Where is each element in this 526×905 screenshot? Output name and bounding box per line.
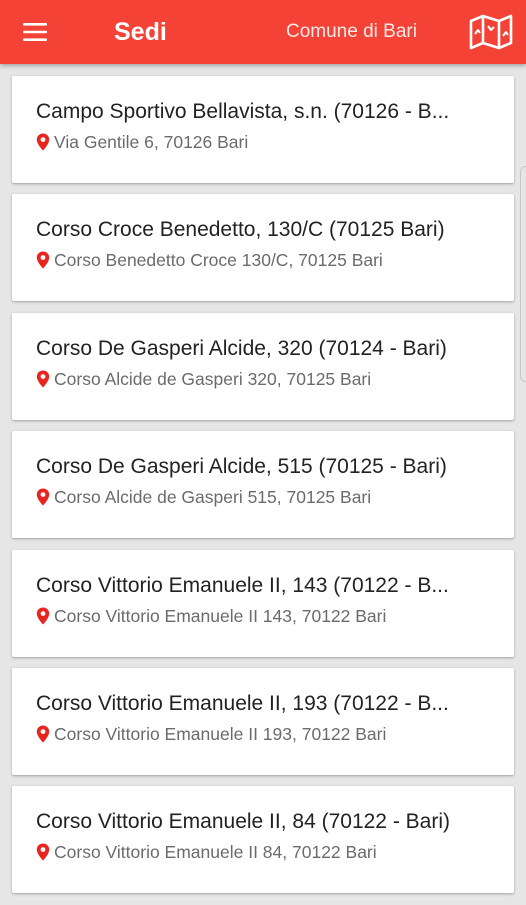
location-address-row: Corso Vittorio Emanuele II 143, 70122 Ba…: [36, 604, 498, 628]
municipality-label[interactable]: Comune di Bari: [286, 17, 417, 47]
map-pin-icon: [36, 843, 50, 861]
map-pin-icon: [36, 251, 50, 269]
map-pin-icon: [36, 133, 50, 151]
location-address: Via Gentile 6, 70126 Bari: [54, 132, 249, 152]
menu-button[interactable]: [14, 16, 56, 48]
location-card[interactable]: Campo Sportivo Bellavista, s.n. (70126 -…: [12, 76, 514, 183]
location-name: Campo Sportivo Bellavista, s.n. (70126 -…: [36, 100, 450, 123]
location-address-row: Via Gentile 6, 70126 Bari: [36, 130, 498, 154]
location-address-row: Corso Vittorio Emanuele II 84, 70122 Bar…: [36, 840, 498, 864]
location-name: Corso De Gasperi Alcide, 515 (70125 - Ba…: [36, 455, 447, 479]
location-address: Corso Alcide de Gasperi 320, 70125 Bari: [54, 368, 372, 389]
map-view-button[interactable]: [466, 11, 516, 53]
location-name: Corso Vittorio Emanuele II, 193 (70122 -…: [36, 691, 449, 715]
location-address: Corso Vittorio Emanuele II 193, 70122 Ba…: [54, 723, 387, 744]
map-pin-icon: [36, 488, 50, 506]
location-card[interactable]: Corso De Gasperi Alcide, 515 (70125 - Ba…: [12, 431, 514, 539]
location-address-row: Corso Vittorio Emanuele II 193, 70122 Ba…: [36, 722, 498, 746]
location-name: Corso Croce Benedetto, 130/C (70125 Bari…: [36, 218, 445, 242]
location-address: Corso Benedetto Croce 130/C, 70125 Bari: [54, 250, 383, 271]
location-card[interactable]: Corso Croce Benedetto, 130/C (70125 Bari…: [12, 194, 514, 302]
location-name: Corso De Gasperi Alcide, 320 (70124 - Ba…: [36, 336, 447, 360]
page-title: Sedi: [114, 18, 167, 46]
location-list: Campo Sportivo Bellavista, s.n. (70126 -…: [12, 76, 514, 905]
location-address: Corso Alcide de Gasperi 515, 70125 Bari: [54, 487, 372, 508]
location-card[interactable]: Corso Vittorio Emanuele II, 193 (70122 -…: [12, 667, 514, 775]
location-address-row: Corso Alcide de Gasperi 515, 70125 Bari: [36, 485, 498, 509]
scroll-edge: [520, 166, 526, 382]
location-address: Corso Vittorio Emanuele II 143, 70122 Ba…: [54, 605, 387, 626]
location-address-row: Corso Alcide de Gasperi 320, 70125 Bari: [36, 367, 498, 391]
map-pin-icon: [36, 370, 50, 388]
location-card[interactable]: Corso Vittorio Emanuele II, 84 (70122 - …: [12, 786, 514, 894]
hamburger-menu-icon: [23, 23, 47, 41]
location-name: Corso Vittorio Emanuele II, 143 (70122 -…: [36, 573, 449, 597]
app-bar: Sedi Comune di Bari: [0, 0, 526, 64]
map-pin-icon: [36, 607, 50, 625]
location-address-row: Corso Benedetto Croce 130/C, 70125 Bari: [36, 248, 498, 272]
map-pin-icon: [36, 725, 50, 743]
location-address: Corso Vittorio Emanuele II 84, 70122 Bar…: [54, 842, 377, 863]
location-card[interactable]: Corso De Gasperi Alcide, 320 (70124 - Ba…: [12, 312, 514, 420]
location-card[interactable]: Corso Vittorio Emanuele II, 143 (70122 -…: [12, 549, 514, 657]
folded-map-icon: [469, 14, 513, 50]
location-name: Corso Vittorio Emanuele II, 84 (70122 - …: [36, 810, 450, 834]
